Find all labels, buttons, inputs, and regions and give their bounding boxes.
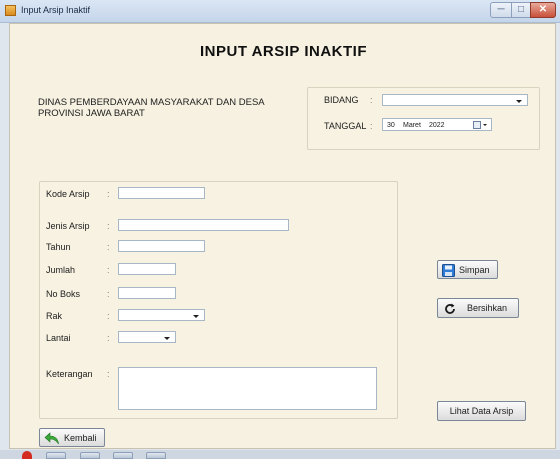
- date-day: 30: [387, 122, 395, 129]
- jenis-arsip-label: Jenis Arsip: [46, 221, 90, 231]
- app-window: Input Arsip Inaktif ─ □ ✕ INPUT ARSIP IN…: [0, 0, 560, 459]
- rak-label: Rak: [46, 311, 63, 321]
- taskbar-app-icon[interactable]: [46, 452, 66, 459]
- back-arrow-icon: [44, 432, 59, 445]
- bidang-tanggal-panel: BIDANG : TANGGAL : 30 Maret 2022: [307, 87, 540, 150]
- lantai-dropdown[interactable]: [118, 331, 176, 343]
- tahun-label: Tahun: [46, 242, 71, 252]
- bersihkan-label: Bersihkan: [467, 303, 508, 313]
- chevron-down-icon: [193, 315, 199, 318]
- kembali-label: Kembali: [64, 432, 97, 443]
- colon: :: [107, 221, 110, 231]
- title-bar: Input Arsip Inaktif ─ □ ✕: [0, 0, 560, 23]
- window-title: Input Arsip Inaktif: [21, 5, 91, 15]
- org-line-1: DINAS PEMBERDAYAAN MASYARAKAT DAN DESA: [38, 97, 265, 108]
- keterangan-textarea[interactable]: [118, 367, 377, 410]
- jenis-arsip-input[interactable]: [118, 219, 289, 231]
- colon: :: [107, 265, 110, 275]
- page-title: INPUT ARSIP INAKTIF: [199, 43, 367, 60]
- colon: :: [107, 242, 110, 252]
- colon: :: [107, 189, 110, 199]
- taskbar-app-icon[interactable]: [80, 452, 100, 459]
- no-boks-label: No Boks: [46, 289, 81, 299]
- colon: :: [107, 311, 110, 321]
- colon: :: [370, 121, 373, 131]
- kode-arsip-label: Kode Arsip: [46, 189, 90, 199]
- organization-name: DINAS PEMBERDAYAAN MASYARAKAT DAN DESA P…: [38, 97, 265, 119]
- colon: :: [107, 369, 110, 379]
- tahun-input[interactable]: [118, 240, 205, 252]
- date-month: Maret: [403, 122, 421, 129]
- taskbar-app-icon[interactable]: [113, 452, 133, 459]
- simpan-label: Simpan: [459, 264, 490, 275]
- form-client-area: INPUT ARSIP INAKTIF DINAS PEMBERDAYAAN M…: [9, 23, 556, 449]
- jumlah-input[interactable]: [118, 263, 176, 275]
- bidang-label: BIDANG: [324, 95, 359, 105]
- taskbar-app-icon[interactable]: [146, 452, 166, 459]
- tanggal-label: TANGGAL: [324, 121, 367, 131]
- jumlah-label: Jumlah: [46, 265, 76, 275]
- chevron-down-icon: [164, 337, 170, 340]
- maximize-button[interactable]: □: [511, 2, 531, 18]
- kode-arsip-input[interactable]: [118, 187, 205, 199]
- chevron-down-icon: [483, 124, 487, 126]
- org-line-2: PROVINSI JAWA BARAT: [38, 108, 145, 119]
- date-year: 2022: [429, 122, 445, 129]
- lihat-data-arsip-button[interactable]: Lihat Data Arsip: [437, 401, 526, 421]
- colon: :: [107, 289, 110, 299]
- colon: :: [370, 95, 373, 105]
- calendar-icon: [473, 121, 481, 129]
- arsip-form-panel: Kode Arsip : Jenis Arsip : Tahun : Jumla…: [39, 181, 398, 419]
- app-icon: [5, 5, 16, 16]
- keterangan-label: Keterangan: [46, 369, 93, 379]
- close-button[interactable]: ✕: [530, 2, 556, 18]
- rak-dropdown[interactable]: [118, 309, 205, 321]
- lihat-data-arsip-label: Lihat Data Arsip: [449, 406, 514, 416]
- tanggal-date-picker[interactable]: 30 Maret 2022: [382, 118, 492, 131]
- lantai-label: Lantai: [46, 333, 71, 343]
- start-orb-icon[interactable]: [22, 451, 32, 459]
- simpan-button[interactable]: Simpan: [437, 260, 498, 279]
- no-boks-input[interactable]: [118, 287, 176, 299]
- colon: :: [107, 333, 110, 343]
- chevron-down-icon: [516, 100, 522, 103]
- kembali-button[interactable]: Kembali: [39, 428, 105, 447]
- save-icon: [442, 264, 455, 277]
- refresh-icon: [445, 303, 455, 314]
- calendar-dropdown-button[interactable]: [473, 121, 487, 129]
- bidang-dropdown[interactable]: [382, 94, 528, 106]
- bersihkan-button[interactable]: Bersihkan: [437, 298, 519, 318]
- minimize-button[interactable]: ─: [490, 2, 512, 18]
